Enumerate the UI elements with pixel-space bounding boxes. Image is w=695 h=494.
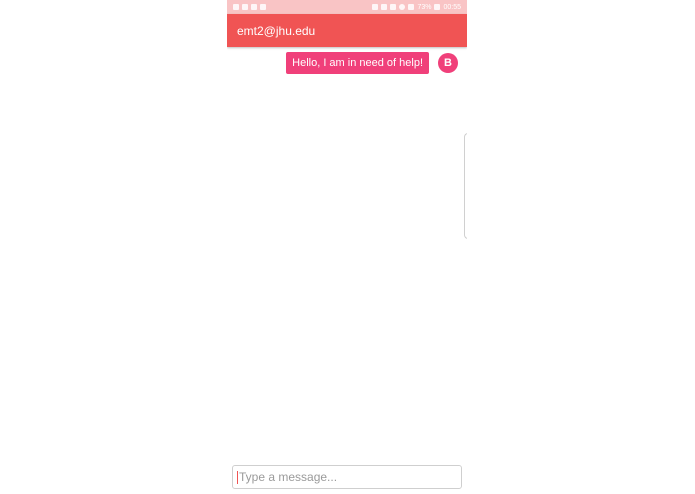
message-input[interactable] [239, 470, 449, 484]
bluetooth-icon [372, 4, 379, 10]
text-cursor [237, 470, 238, 484]
status-left-icons [233, 4, 266, 10]
message-list[interactable]: Hello, I am in need of help! B [227, 47, 467, 459]
nfc-icon [381, 4, 388, 10]
sound-icon [390, 4, 397, 10]
message-row: Hello, I am in need of help! B [286, 52, 458, 74]
status-right-icons: 73% 00:55 [372, 4, 461, 11]
app-bar: emt2@jhu.edu [227, 14, 467, 47]
signal-icon [408, 4, 415, 10]
clock: 00:55 [443, 3, 461, 11]
battery-percent: 73% [417, 3, 432, 11]
mute-icon [233, 4, 239, 10]
conversation-title: emt2@jhu.edu [237, 23, 316, 38]
wifi-icon [399, 4, 406, 10]
message-bubble[interactable]: Hello, I am in need of help! [286, 52, 429, 74]
battery-icon [434, 4, 441, 10]
message-composer[interactable] [232, 465, 462, 489]
status-bar: 73% 00:55 [227, 0, 467, 14]
edge-panel-handle[interactable] [464, 133, 467, 239]
avatar[interactable]: B [438, 53, 458, 73]
video-icon [260, 4, 266, 10]
chat-screen: 73% 00:55 emt2@jhu.edu Hello, I am in ne… [227, 0, 467, 494]
gallery-icon [251, 4, 257, 10]
vibrate-icon [242, 4, 248, 10]
